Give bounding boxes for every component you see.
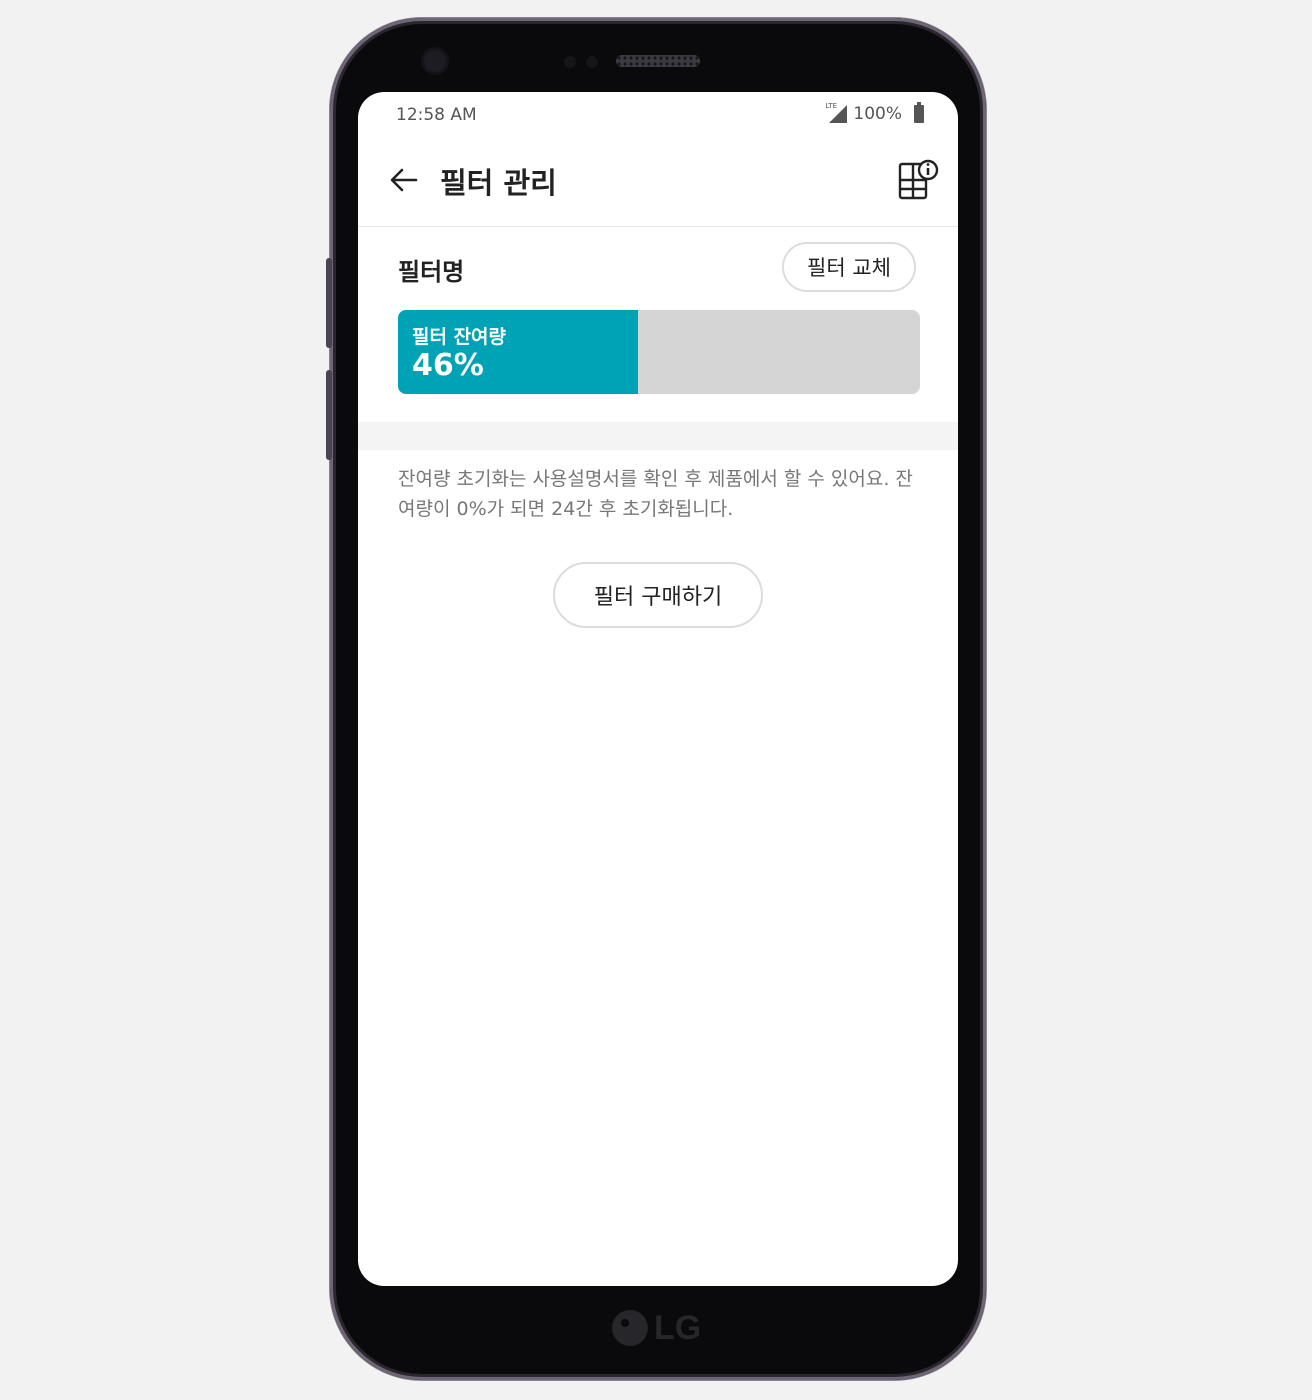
proximity-sensor bbox=[564, 56, 576, 68]
light-sensor bbox=[586, 56, 598, 68]
lg-logo-text: LG bbox=[654, 1308, 702, 1347]
replace-filter-button[interactable]: 필터 교체 bbox=[782, 242, 916, 292]
battery-icon bbox=[914, 102, 924, 123]
filter-info-icon[interactable] bbox=[896, 158, 940, 202]
volume-down-key bbox=[326, 370, 332, 460]
filter-remaining-bar: 필터 잔여량 46% bbox=[398, 310, 920, 394]
lg-logo: LG bbox=[612, 1306, 701, 1350]
reset-notice: 잔여량 초기화는 사용설명서를 확인 후 제품에서 할 수 있어요. 잔여량이 … bbox=[398, 468, 913, 520]
network-type: LTE bbox=[825, 102, 838, 110]
front-camera bbox=[424, 50, 446, 72]
signal-icon: LTE bbox=[825, 102, 848, 123]
lg-logo-mark bbox=[612, 1310, 648, 1346]
arrow-left-icon[interactable] bbox=[388, 164, 420, 196]
battery-percent: 100% bbox=[853, 104, 902, 124]
screen: 12:58 AM LTE 100% 필터 관리 필터명 필터 교체 필터 잔여량… bbox=[358, 92, 958, 1286]
filter-name: 필터명 bbox=[398, 258, 465, 286]
volume-up-key bbox=[326, 258, 332, 348]
filter-remaining-label: 필터 잔여량 bbox=[412, 326, 507, 348]
section-divider bbox=[358, 422, 958, 450]
status-time: 12:58 AM bbox=[396, 105, 477, 125]
status-bar: 12:58 AM LTE 100% bbox=[358, 92, 958, 140]
app-bar: 필터 관리 bbox=[358, 140, 958, 227]
page-title: 필터 관리 bbox=[440, 166, 557, 200]
earpiece-speaker bbox=[616, 55, 700, 67]
filter-remaining-percent: 46% bbox=[412, 348, 484, 383]
status-indicators: LTE 100% bbox=[825, 102, 924, 124]
buy-filter-button[interactable]: 필터 구매하기 bbox=[553, 562, 763, 628]
